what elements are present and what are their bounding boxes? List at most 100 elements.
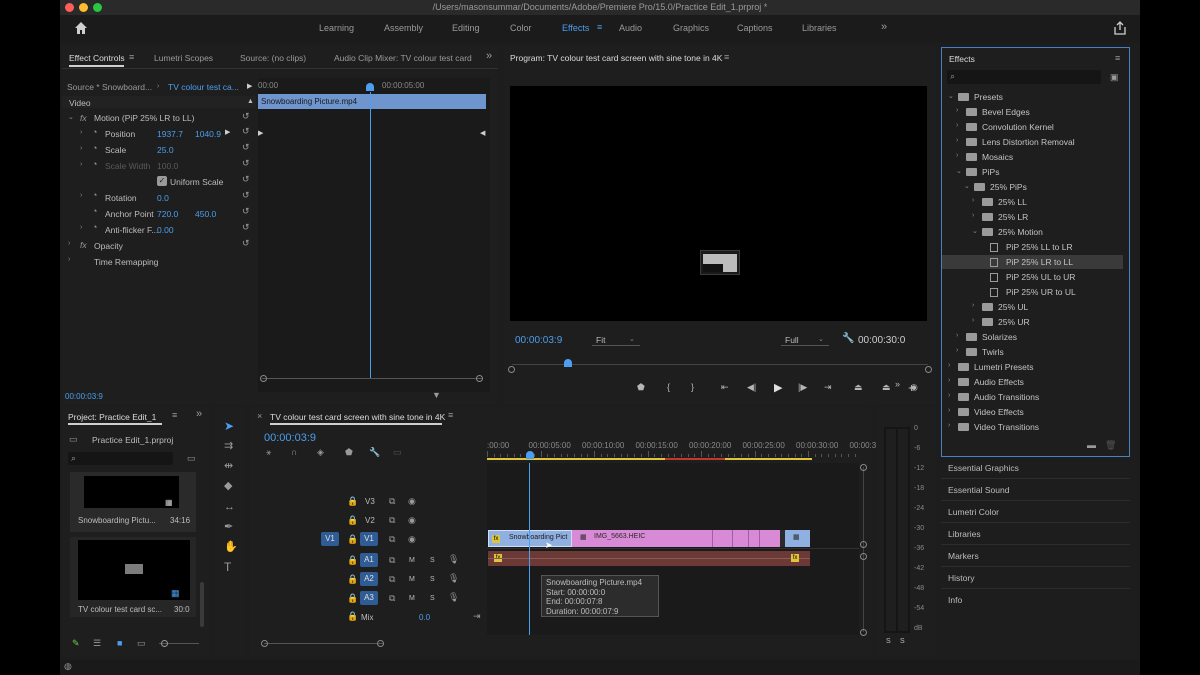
new-bin-icon[interactable]: ▭ bbox=[187, 454, 196, 463]
chevron-right-icon[interactable]: › bbox=[948, 377, 950, 384]
effects-tree-item[interactable]: › Solarizes bbox=[942, 330, 1123, 344]
stopwatch-icon[interactable]: ◔ bbox=[92, 223, 97, 232]
tab-audio-clip-mixer[interactable]: Audio Clip Mixer: TV colour test card bbox=[334, 53, 472, 63]
chevron-right-icon[interactable]: › bbox=[948, 422, 950, 429]
clip-end-video[interactable]: ▦ bbox=[785, 530, 810, 547]
more-panels-icon[interactable]: » bbox=[486, 51, 492, 62]
chevron-right-icon[interactable]: › bbox=[948, 392, 950, 399]
project-scrollbar[interactable] bbox=[200, 582, 204, 627]
reset-icon[interactable]: ↺ bbox=[242, 191, 250, 200]
ec-playhead-handle[interactable] bbox=[366, 83, 374, 91]
project-item-snowboard[interactable]: ▦ Snowboarding Pictu... 34:16 bbox=[70, 472, 196, 532]
eye-icon[interactable]: ◉ bbox=[408, 497, 416, 506]
track-label-v1[interactable]: V1 bbox=[360, 532, 378, 546]
ec-timecode[interactable]: 00:00:03:9 bbox=[65, 392, 103, 401]
panel-info[interactable]: Info bbox=[941, 589, 1130, 611]
chevron-right-icon[interactable]: › bbox=[956, 122, 958, 129]
chevron-down-icon[interactable]: ⌄ bbox=[964, 182, 970, 190]
stopwatch-icon[interactable]: ◔ bbox=[92, 128, 97, 137]
reset-icon[interactable]: ↺ bbox=[242, 239, 250, 248]
workspace-effects[interactable]: Effects bbox=[562, 23, 589, 33]
microphone-icon[interactable]: 🎙 bbox=[448, 555, 459, 564]
panel-lumetri-color[interactable]: Lumetri Color bbox=[941, 501, 1130, 523]
panel-menu-icon[interactable]: ≡ bbox=[448, 411, 453, 420]
timeline-tracks-area[interactable]: fx Snowboarding Pict ▦ IMG_5663.HEIC ▦ f… bbox=[487, 463, 859, 635]
effects-tree-item[interactable]: › Video Transitions bbox=[942, 420, 1123, 434]
chevron-right-icon[interactable]: › bbox=[956, 137, 958, 144]
lock-icon[interactable]: 🔒 bbox=[347, 516, 358, 525]
zoom-window-button[interactable] bbox=[93, 3, 102, 12]
button-editor-icon[interactable]: + bbox=[908, 381, 915, 395]
panel-markers[interactable]: Markers bbox=[941, 545, 1130, 567]
mark-out-icon[interactable]: } bbox=[691, 382, 694, 392]
timeline-hscroll[interactable] bbox=[264, 643, 384, 644]
workspace-learning[interactable]: Learning bbox=[319, 23, 354, 33]
effects-tree-item[interactable]: › 25% UL bbox=[942, 300, 1123, 314]
type-tool-icon[interactable]: T bbox=[224, 561, 231, 573]
lock-icon[interactable]: 🔒 bbox=[347, 535, 358, 544]
eye-icon[interactable]: ◉ bbox=[408, 516, 416, 525]
wrench-icon[interactable]: 🔧 bbox=[369, 448, 380, 457]
lock-icon[interactable]: 🔒 bbox=[347, 575, 358, 584]
reset-icon[interactable]: ↺ bbox=[242, 175, 250, 184]
effects-tree-item[interactable]: › Convolution Kernel bbox=[942, 120, 1123, 134]
tab-lumetri-scopes[interactable]: Lumetri Scopes bbox=[154, 53, 213, 63]
chevron-right-icon[interactable]: › bbox=[948, 362, 950, 369]
effects-tree-item[interactable]: › Bevel Edges bbox=[942, 105, 1123, 119]
project-search-input[interactable]: ⌕ bbox=[68, 452, 173, 465]
ec-clip-bar[interactable]: Snowboarding Picture.mp4 bbox=[258, 94, 486, 109]
scale-value[interactable]: 25.0 bbox=[157, 145, 174, 155]
add-marker-icon[interactable]: ⬟ bbox=[637, 382, 645, 393]
lock-icon[interactable]: 🔒 bbox=[347, 612, 358, 621]
stopwatch-icon[interactable]: ◔ bbox=[92, 144, 97, 153]
status-icon[interactable]: ◍ bbox=[64, 662, 72, 671]
effects-tree-item[interactable]: PiP 25% UR to UL bbox=[942, 285, 1123, 299]
chevron-down-icon[interactable]: ⌄ bbox=[972, 227, 978, 235]
reset-icon[interactable]: ↺ bbox=[242, 223, 250, 232]
icon-view-icon[interactable]: ■ bbox=[117, 639, 122, 648]
program-timecode[interactable]: 00:00:03:9 bbox=[515, 335, 562, 346]
solo-left-button[interactable]: S bbox=[886, 638, 891, 645]
effects-tree-item[interactable]: PiP 25% LL to LR bbox=[942, 240, 1123, 254]
chevron-right-icon[interactable]: › bbox=[972, 212, 974, 219]
sync-lock-icon[interactable]: ⧉ bbox=[389, 594, 395, 603]
reset-icon[interactable]: ↺ bbox=[242, 112, 250, 121]
effects-tree-item[interactable]: › Lumetri Presets bbox=[942, 360, 1123, 374]
chevron-right-icon[interactable]: › bbox=[972, 317, 974, 324]
reset-icon[interactable]: ↺ bbox=[242, 143, 250, 152]
anchor-x-value[interactable]: 720.0 bbox=[157, 209, 178, 219]
chevron-down-icon[interactable]: ⌄ bbox=[956, 167, 962, 175]
workspace-color[interactable]: Color bbox=[510, 23, 532, 33]
panel-menu-icon[interactable]: ≡ bbox=[724, 53, 729, 62]
home-icon[interactable] bbox=[74, 21, 88, 35]
track-label-a2[interactable]: A2 bbox=[360, 572, 378, 586]
trash-icon[interactable]: 🗑 bbox=[1105, 441, 1116, 450]
solo-button[interactable]: S bbox=[430, 557, 435, 564]
more-controls-icon[interactable]: » bbox=[895, 379, 900, 389]
effects-tree-item[interactable]: › 25% LL bbox=[942, 195, 1123, 209]
work-area-bar[interactable] bbox=[487, 458, 812, 460]
effects-tree-item[interactable]: PiP 25% UL to UR bbox=[942, 270, 1123, 284]
program-monitor-title[interactable]: Program: TV colour test card screen with… bbox=[510, 53, 722, 63]
quality-dropdown[interactable]: Full ⌄ bbox=[781, 332, 829, 346]
go-to-end-icon[interactable]: ⇥ bbox=[473, 612, 481, 621]
panel-menu-icon[interactable]: ≡ bbox=[172, 411, 177, 420]
workspace-audio[interactable]: Audio bbox=[619, 23, 642, 33]
effects-tree-item[interactable]: PiP 25% LR to LL bbox=[942, 255, 1123, 269]
track-select-tool-icon[interactable]: ⇉ bbox=[224, 441, 233, 452]
fx-icon[interactable]: fx bbox=[80, 240, 87, 250]
sync-lock-icon[interactable]: ⧉ bbox=[389, 535, 395, 544]
timeline-tab[interactable]: TV colour test card screen with sine ton… bbox=[270, 412, 445, 422]
effects-tree-item[interactable]: ⌄ Presets bbox=[942, 90, 1123, 104]
play-icon[interactable]: ▶ bbox=[774, 381, 782, 394]
reset-icon[interactable]: ↺ bbox=[242, 207, 250, 216]
track-label-v2[interactable]: V2 bbox=[365, 516, 375, 525]
razor-tool-icon[interactable]: ◆ bbox=[224, 481, 232, 492]
minimize-window-button[interactable] bbox=[79, 3, 88, 12]
timeline-timecode[interactable]: 00:00:03:9 bbox=[264, 432, 316, 444]
effects-tree-item[interactable]: › Mosaics bbox=[942, 150, 1123, 164]
fx-icon[interactable]: fx bbox=[80, 113, 87, 123]
sync-lock-icon[interactable]: ⧉ bbox=[389, 575, 395, 584]
effects-tree-item[interactable]: ⌄ 25% PiPs bbox=[942, 180, 1123, 194]
chevron-right-icon[interactable]: › bbox=[956, 107, 958, 114]
